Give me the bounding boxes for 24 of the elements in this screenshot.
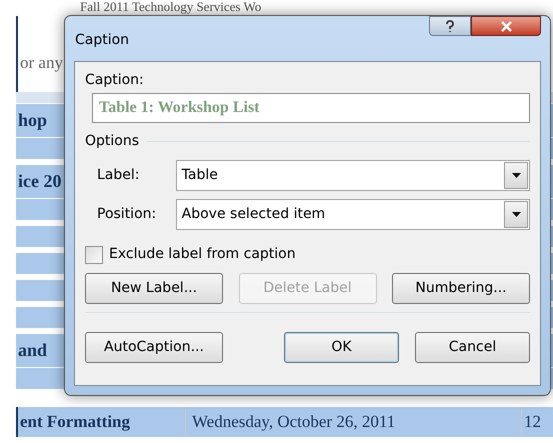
dialog-button[interactable]: OK (284, 332, 399, 363)
dropdown[interactable]: Above selected item (176, 199, 530, 230)
checkbox-label: Exclude label from caption (109, 245, 296, 264)
window-title: Caption (75, 31, 130, 50)
document-heading: Fall 2011 Technology Services Wo (80, 0, 262, 14)
close-button[interactable] (471, 16, 541, 36)
dialog-button[interactable]: Numbering... (392, 273, 530, 304)
dialog-button[interactable]: New Label... (85, 273, 223, 304)
dropdown-arrow-icon (512, 173, 520, 178)
table-cell: Wednesday, October 26, 2011 (185, 409, 521, 435)
table-cell-text: ent Formatting (19, 411, 132, 434)
help-button[interactable] (429, 16, 471, 36)
dialog-button[interactable]: AutoCaption... (85, 332, 223, 363)
field-label: Position: (97, 205, 158, 224)
body-text: or any (19, 52, 63, 74)
dialog-button[interactable]: Cancel (415, 332, 530, 363)
table-cell: 12 (521, 409, 541, 435)
caption-label: Caption: (85, 71, 145, 89)
dropdown[interactable]: Table (176, 160, 530, 191)
close-icon (500, 20, 512, 32)
help-icon (445, 20, 455, 32)
dropdown-arrow-icon (512, 212, 520, 217)
checkbox[interactable] (85, 246, 103, 264)
field-label: Label: (97, 166, 140, 185)
